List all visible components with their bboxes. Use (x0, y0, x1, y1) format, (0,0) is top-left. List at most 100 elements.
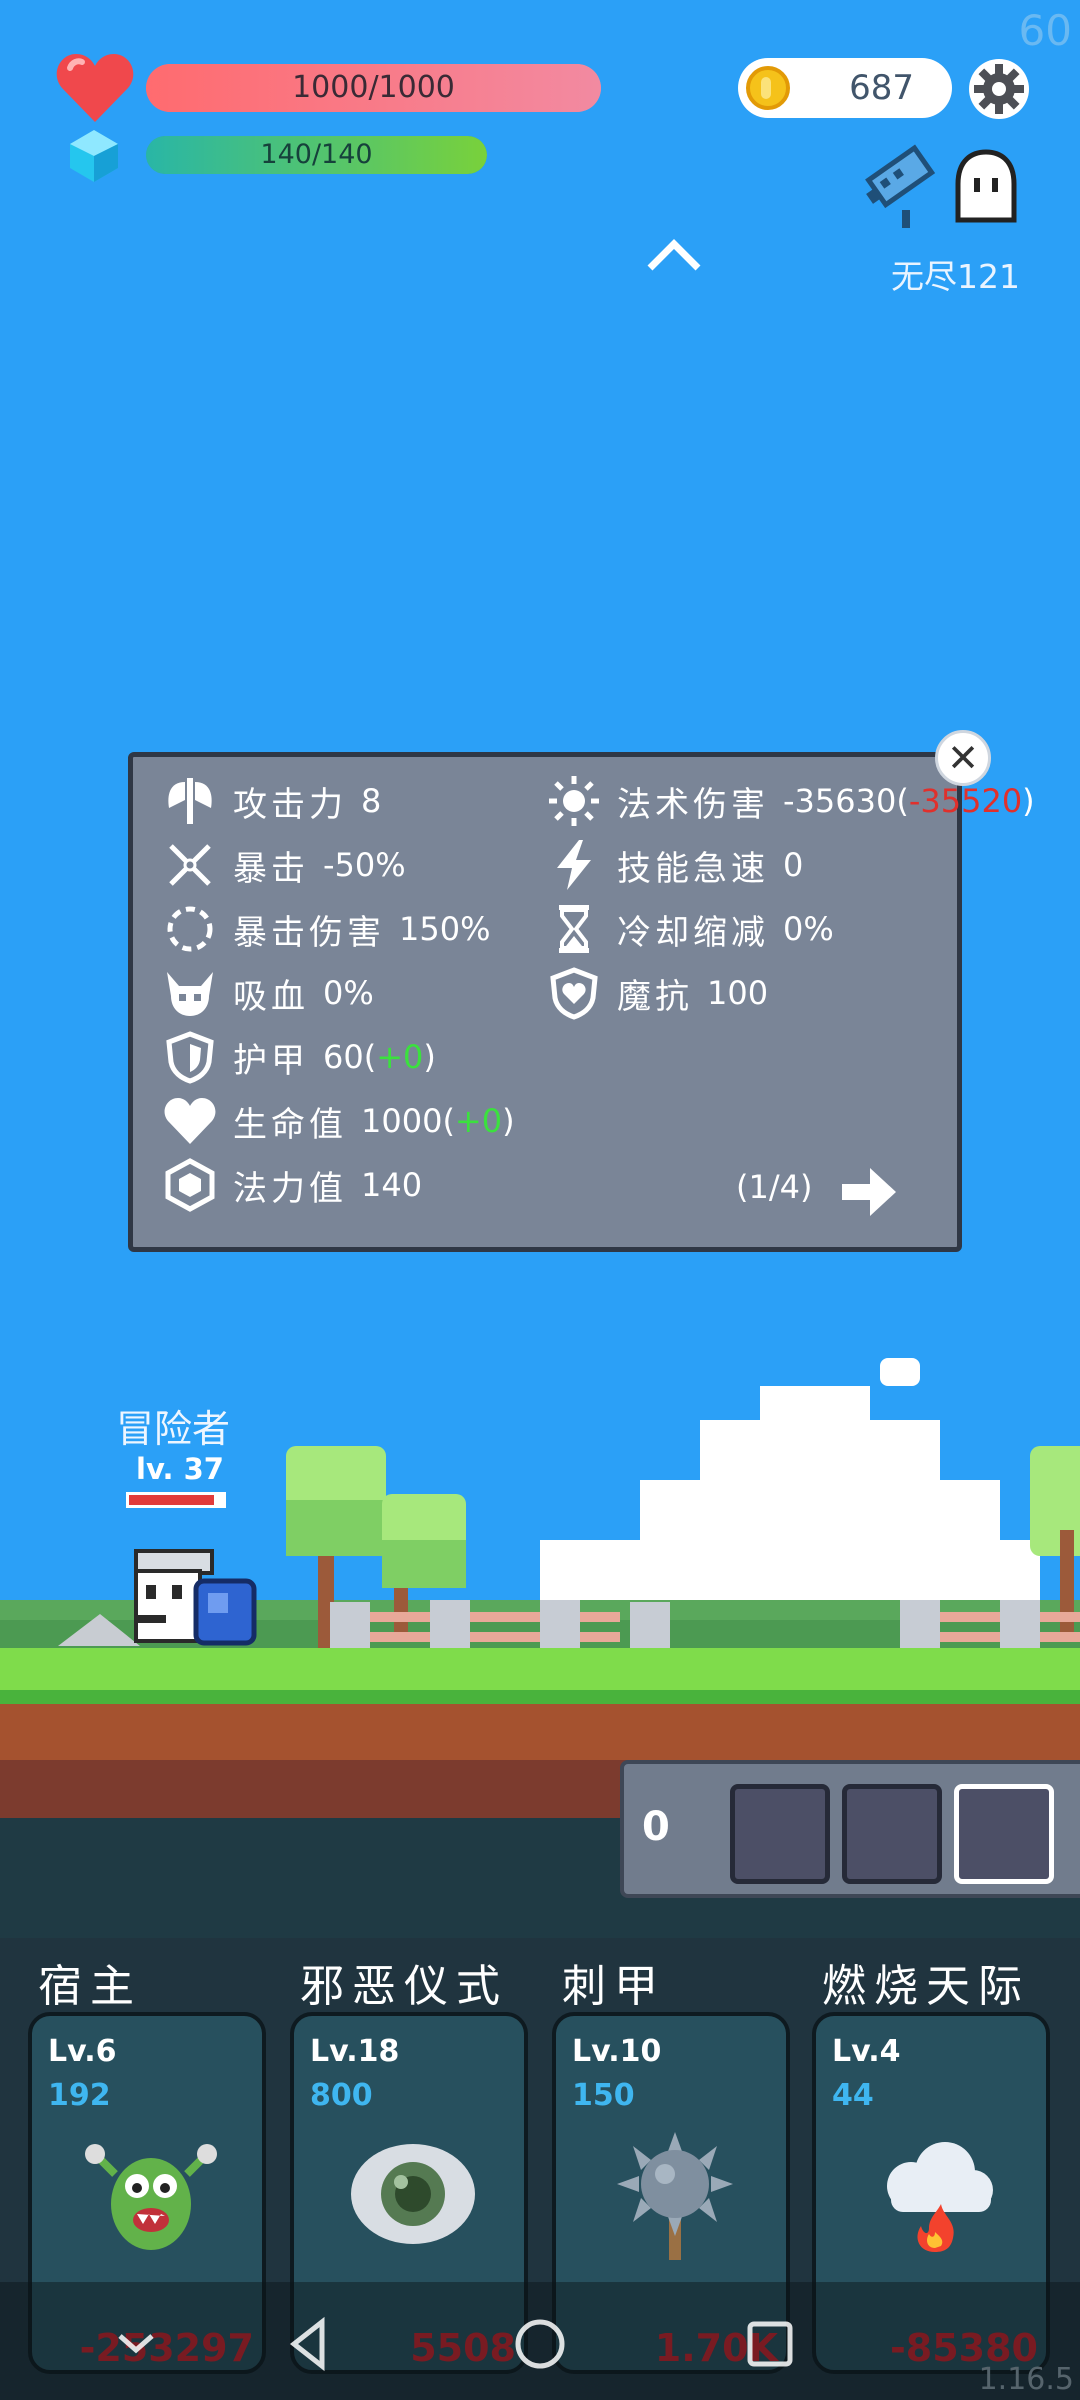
card-cost: 44 (832, 2078, 874, 2113)
mana-gem-icon (70, 130, 118, 182)
hourglass-icon (559, 905, 589, 953)
card-cost: 192 (48, 2078, 111, 2113)
page-indicator: (1/4) (736, 1168, 813, 1206)
card-title-burning-sky: 燃烧天际 (822, 1961, 1030, 2012)
stat-value: -50% (323, 846, 406, 884)
stat-bonus: +0 (454, 1102, 503, 1140)
card-title-thornmail: 刺甲 (562, 1961, 666, 2012)
card-level: Lv.4 (832, 2034, 901, 2069)
mana-crystal-icon (165, 1158, 215, 1212)
stat-paren: ( (363, 1038, 377, 1076)
stat-value: 150% (399, 910, 491, 948)
stat-label: 生命值 (233, 1104, 347, 1145)
magic-shield-icon (550, 967, 598, 1020)
stat-value: -35630 (783, 782, 897, 820)
stat-crit: 暴击 -50% (163, 837, 406, 893)
fire-cloud-icon (887, 2142, 993, 2252)
stat-label: 冷却缩减 (617, 912, 769, 953)
stat-paren: ) (423, 1038, 436, 1076)
stat-value: 140 (361, 1166, 423, 1204)
back-icon[interactable] (282, 2316, 338, 2372)
stats-panel: 攻击力 8 暴击 -50% 暴击伤害 150% 吸血 0% 护甲 60 (+0… (128, 752, 1035, 1252)
spiked-mace-icon (617, 2132, 733, 2260)
card-cost: 150 (572, 2078, 635, 2113)
card-level: Lv.10 (572, 2034, 662, 2069)
sword-skin-icon[interactable] (860, 142, 944, 230)
stat-label: 法术伤害 (617, 784, 769, 825)
version-label: 1.16.5 (978, 2362, 1074, 2397)
stat-label: 法力值 (233, 1168, 347, 1209)
crossed-swords-icon (169, 844, 211, 886)
stat-value: 0% (783, 910, 834, 948)
coin-value: 687 (849, 68, 914, 108)
skill-slot-selected[interactable] (954, 1784, 1054, 1884)
next-page-arrow-icon[interactable] (840, 1166, 898, 1218)
stat-ability-haste: 技能急速 0 (547, 837, 803, 893)
card-level: Lv.6 (48, 2034, 117, 2069)
heart-icon (56, 54, 134, 122)
hero-level: lv. 37 (136, 1452, 224, 1486)
card-title-host: 宿主 (38, 1961, 142, 2012)
hero-hp-fill (129, 1495, 214, 1505)
stat-label: 技能急速 (617, 848, 769, 889)
sun-icon (549, 776, 599, 826)
stat-paren: ( (442, 1102, 455, 1140)
knight-hero-icon[interactable] (128, 1545, 264, 1651)
stat-label: 暴击伤害 (233, 912, 385, 953)
stat-value: 8 (361, 782, 382, 820)
card-level: Lv.18 (310, 2034, 400, 2069)
heart-icon (164, 1098, 216, 1144)
close-stats-button[interactable]: ✕ (935, 730, 991, 786)
recents-icon[interactable] (742, 2316, 798, 2372)
hero-hp-bar (126, 1492, 226, 1508)
skill-slot-count: 0 (642, 1804, 670, 1850)
skill-slot[interactable] (730, 1784, 830, 1884)
stat-paren: ( (896, 782, 909, 820)
stat-bonus: +0 (376, 1038, 424, 1076)
stat-magic-resist: 魔抗 100 (547, 965, 768, 1021)
coin-icon (746, 66, 790, 110)
grass-edge (0, 1690, 1080, 1704)
stat-attack: 攻击力 8 (163, 773, 381, 829)
ghost-pet-icon[interactable] (950, 148, 1022, 224)
stat-label: 魔抗 (617, 976, 693, 1017)
hp-text: 1000/1000 (292, 70, 455, 105)
stat-value: 60 (323, 1038, 364, 1076)
fps-counter: 60 (1018, 6, 1072, 55)
stat-label: 护甲 (233, 1040, 309, 1081)
stat-value: 0% (323, 974, 374, 1012)
gear-icon[interactable] (968, 58, 1030, 120)
endless-mode-label[interactable]: 无尽121 (860, 250, 1020, 298)
skill-slot-bar: 0 (620, 1760, 1080, 1898)
eye-icon (351, 2144, 475, 2244)
mp-bar: 140/140 (146, 136, 487, 174)
armor-shield-icon (166, 1031, 214, 1084)
stat-paren: ) (1022, 782, 1035, 820)
stat-bonus: -35520 (908, 782, 1023, 820)
vampire-skull-icon (167, 972, 213, 1016)
coin-counter: 687 (738, 58, 952, 118)
mp-text: 140/140 (260, 139, 373, 170)
stat-label: 攻击力 (233, 784, 347, 825)
stat-value: 100 (707, 974, 769, 1012)
hero-name: 冒险者 (116, 1407, 231, 1451)
stat-armor: 护甲 60 ( +0 ) (163, 1029, 436, 1085)
home-icon[interactable] (512, 2316, 568, 2372)
chevron-down-icon[interactable] (108, 2316, 164, 2372)
stat-value: 0 (783, 846, 804, 884)
crit-damage-icon (167, 906, 213, 952)
skill-slot[interactable] (842, 1784, 942, 1884)
hp-bar: 1000/1000 (146, 64, 601, 112)
green-monster-icon (85, 2144, 217, 2250)
stat-lifesteal: 吸血 0% (163, 965, 374, 1021)
stat-crit-damage: 暴击伤害 150% (163, 901, 490, 957)
stat-health: 生命值 1000 ( +0 ) (163, 1093, 515, 1149)
card-title-evil-ritual: 邪恶仪式 (300, 1961, 508, 2012)
stat-value: 1000 (361, 1102, 443, 1140)
stat-paren: ) (502, 1102, 515, 1140)
card-cost: 800 (310, 2078, 373, 2113)
stat-mana: 法力值 140 (163, 1157, 422, 1213)
stat-cooldown: 冷却缩减 0% (547, 901, 834, 957)
stat-label: 暴击 (233, 848, 309, 889)
chevron-up-icon[interactable] (646, 236, 702, 272)
